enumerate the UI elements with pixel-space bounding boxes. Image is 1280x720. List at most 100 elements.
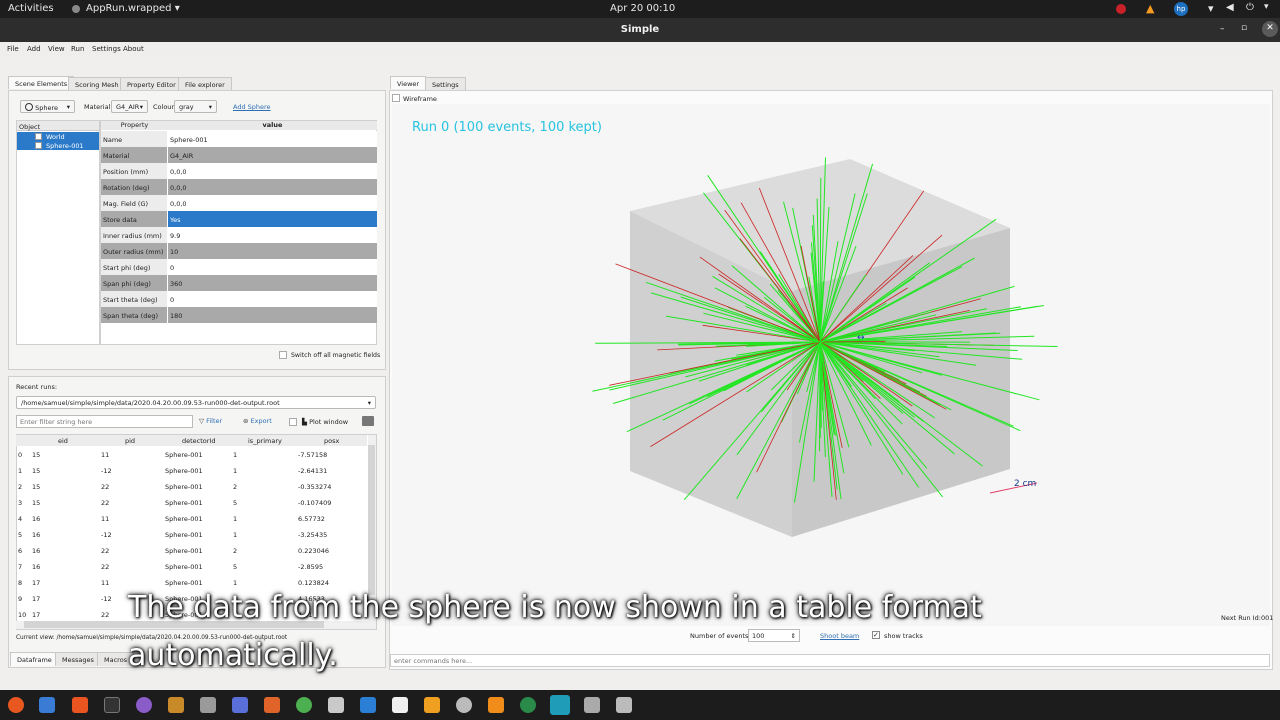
table-cell[interactable]: 22	[101, 563, 109, 571]
column-header[interactable]: eid	[58, 437, 68, 445]
material-select[interactable]: G4_AIR ▾	[111, 100, 148, 113]
shape-select[interactable]: Sphere ▾	[20, 100, 75, 113]
table-cell[interactable]: -2.8595	[298, 563, 323, 571]
table-cell[interactable]: -12	[101, 467, 112, 475]
property-value[interactable]: 180	[168, 307, 377, 323]
table-cell[interactable]: 15	[32, 451, 40, 459]
menu-file[interactable]: File	[7, 45, 19, 53]
tab-scoring-mesh[interactable]: Scoring Mesh	[68, 77, 126, 90]
tab-messages[interactable]: Messages	[55, 652, 101, 666]
chrome-icon[interactable]	[296, 697, 312, 713]
table-cell[interactable]: 1	[233, 467, 237, 475]
table-cell[interactable]: 17	[32, 611, 40, 619]
table-cell[interactable]: Sphere-001	[165, 563, 203, 571]
table-cell[interactable]: 22	[101, 483, 109, 491]
table-cell[interactable]: 16	[32, 531, 40, 539]
table-cell[interactable]: 0.123824	[298, 579, 329, 587]
activities-button[interactable]: Activities	[8, 3, 54, 14]
table-cell[interactable]: 5	[233, 499, 237, 507]
table-row[interactable]: 8 17 11 Sphere-001 1 0.123824	[16, 574, 368, 590]
export-button[interactable]: ⊜ Export	[243, 417, 272, 425]
filter-button[interactable]: ▽ Filter	[199, 417, 222, 425]
property-row[interactable]: Rotation (deg) 0,0,0	[101, 179, 377, 195]
tab-property-editor[interactable]: Property Editor	[120, 77, 183, 90]
property-row[interactable]: Span theta (deg) 180	[101, 307, 377, 323]
table-row[interactable]: 4 16 11 Sphere-001 1 6.57732	[16, 510, 368, 526]
command-input[interactable]	[390, 654, 1270, 667]
property-row[interactable]: Name Sphere-001	[101, 131, 377, 147]
obs-icon[interactable]	[456, 697, 472, 713]
record-icon[interactable]	[1116, 4, 1126, 14]
clock[interactable]: Apr 20 00:10	[610, 3, 675, 14]
recent-runs-select[interactable]: /home/samuel/simple/simple/data/2020.04.…	[16, 396, 376, 409]
screenshot-icon[interactable]	[232, 697, 248, 713]
property-value[interactable]: G4_AIR	[168, 147, 377, 163]
property-row[interactable]: Material G4_AIR	[101, 147, 377, 163]
table-row[interactable]: 1 15 -12 Sphere-001 1 -2.64131	[16, 462, 368, 478]
table-cell[interactable]: 11	[101, 451, 109, 459]
table-cell[interactable]: 1	[233, 579, 237, 587]
table-cell[interactable]: 0.223046	[298, 547, 329, 555]
sphere-checkbox[interactable]	[35, 142, 42, 149]
property-row[interactable]: Start theta (deg) 0	[101, 291, 377, 307]
table-cell[interactable]: 15	[32, 467, 40, 475]
menu-settings[interactable]: Settings	[92, 45, 121, 53]
menu-view[interactable]: View	[48, 45, 65, 53]
table-row[interactable]: 6 16 22 Sphere-001 2 0.223046	[16, 542, 368, 558]
table-cell[interactable]: 5	[233, 563, 237, 571]
table-cell[interactable]: 16	[32, 515, 40, 523]
firefox-icon[interactable]	[8, 697, 24, 713]
volume-icon[interactable]: ◀	[1226, 2, 1234, 13]
tab-viewer-settings[interactable]: Settings	[425, 77, 466, 90]
property-value[interactable]: Sphere-001	[168, 131, 377, 147]
vscode-icon[interactable]	[360, 697, 376, 713]
property-value[interactable]: 10	[168, 243, 377, 259]
software-center-icon[interactable]	[72, 697, 88, 713]
column-header[interactable]: pid	[125, 437, 135, 445]
property-row[interactable]: Outer radius (mm) 10	[101, 243, 377, 259]
table-cell[interactable]: 22	[101, 611, 109, 619]
text-editor-icon[interactable]	[328, 697, 344, 713]
minimize-icon[interactable]: –	[1220, 24, 1225, 34]
table-cell[interactable]: Sphere-001	[165, 531, 203, 539]
shoot-beam-button[interactable]: Shoot beam	[820, 632, 859, 640]
maximize-icon[interactable]: ▫	[1241, 23, 1247, 33]
wifi-icon[interactable]: ▾	[1208, 2, 1214, 15]
table-cell[interactable]: -3.25435	[298, 531, 327, 539]
colour-select[interactable]: gray ▾	[174, 100, 217, 113]
document-viewer-icon[interactable]	[264, 697, 280, 713]
table-cell[interactable]: 1	[233, 451, 237, 459]
property-row[interactable]: Start phi (deg) 0	[101, 259, 377, 275]
switch-off-fields-checkbox[interactable]	[279, 351, 287, 359]
add-sphere-button[interactable]: Add Sphere	[233, 103, 271, 111]
table-cell[interactable]: 17	[32, 579, 40, 587]
table-cell[interactable]: Sphere-001	[165, 547, 203, 555]
window-icon[interactable]	[616, 697, 632, 713]
globe-icon[interactable]	[520, 697, 536, 713]
terminal-icon[interactable]	[104, 697, 120, 713]
table-cell[interactable]: 2	[233, 483, 237, 491]
tree-item-sphere-001[interactable]: Sphere-001	[46, 142, 84, 150]
tab-scene-elements[interactable]: Scene Elements	[8, 76, 75, 89]
table-cell[interactable]: 11	[101, 579, 109, 587]
table-row[interactable]: 3 15 22 Sphere-001 5 -0.107409	[16, 494, 368, 510]
folder-icon[interactable]	[200, 697, 216, 713]
property-value[interactable]: 0	[168, 291, 377, 307]
column-header[interactable]: is_primary	[248, 437, 282, 445]
menu-about[interactable]: About	[123, 45, 144, 53]
menu-add[interactable]: Add	[27, 45, 41, 53]
property-value[interactable]: Yes	[168, 211, 377, 227]
property-row[interactable]: Mag. Field (G) 0,0,0	[101, 195, 377, 211]
table-cell[interactable]: -0.353274	[298, 483, 331, 491]
table-cell[interactable]: 15	[32, 483, 40, 491]
table-cell[interactable]: 16	[32, 547, 40, 555]
show-tracks-checkbox[interactable]: ✓	[872, 631, 880, 639]
column-header[interactable]: posx	[324, 437, 339, 445]
table-cell[interactable]: 2	[233, 547, 237, 555]
property-value[interactable]: 360	[168, 275, 377, 291]
table-cell[interactable]: 1	[233, 515, 237, 523]
table-cell[interactable]: 16	[32, 563, 40, 571]
tree-item-world[interactable]: World	[46, 133, 65, 141]
tab-viewer[interactable]: Viewer	[390, 76, 427, 89]
property-row[interactable]: Span phi (deg) 360	[101, 275, 377, 291]
